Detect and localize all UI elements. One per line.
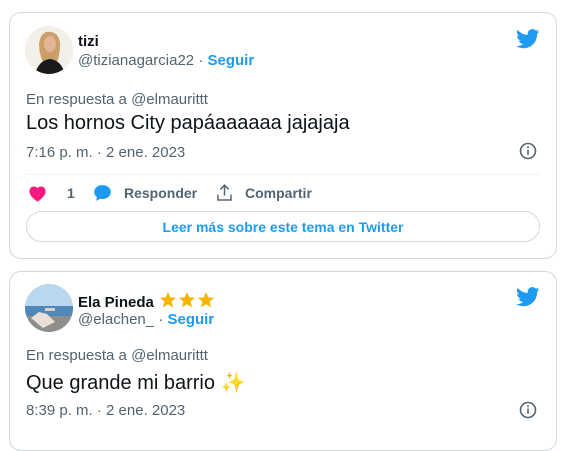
avatar[interactable] (25, 26, 73, 74)
star-emoji-group (159, 291, 216, 313)
follow-button[interactable]: Seguir (207, 52, 254, 69)
read-more-button[interactable]: Leer más sobre este tema en Twitter (26, 211, 540, 242)
reply-bubble-icon (94, 185, 111, 201)
share-button[interactable]: Compartir (216, 183, 312, 203)
star-icon (160, 292, 215, 308)
reply-context[interactable]: En respuesta a @elmaurittt (26, 91, 208, 108)
twitter-bird-icon[interactable] (516, 287, 540, 307)
divider (26, 174, 540, 175)
separator: · (158, 311, 164, 328)
reply-label: Responder (124, 185, 198, 201)
tweet-text: Que grande mi barrio ✨ (26, 372, 246, 394)
display-name[interactable]: Ela Pineda (78, 294, 154, 311)
handle-row: @tizianagarcia22 · Seguir (78, 52, 254, 69)
reply-context[interactable]: En respuesta a @elmaurittt (26, 347, 208, 364)
display-name-row: Ela Pineda (78, 291, 216, 313)
separator: · (198, 52, 204, 69)
handle[interactable]: @tizianagarcia22 (78, 52, 194, 69)
avatar-photo-icon (25, 26, 73, 74)
timestamp[interactable]: 7:16 p. m. · 2 ene. 2023 (26, 144, 185, 161)
avatar-photo-icon (25, 284, 73, 332)
heart-icon (29, 186, 46, 202)
reply-button[interactable]: Responder (93, 183, 197, 203)
display-name[interactable]: tizi (78, 33, 99, 50)
twitter-bird-icon[interactable] (516, 29, 540, 49)
like-button[interactable]: 1 (28, 183, 75, 203)
handle-row: @elachen_ · Seguir (78, 311, 214, 328)
tweet-card[interactable]: Ela Pineda @elachen_ · Seguir En respues… (9, 271, 557, 451)
share-label: Compartir (245, 185, 312, 201)
tweet-card[interactable]: tizi @tizianagarcia22 · Seguir En respue… (9, 12, 557, 259)
info-icon[interactable] (519, 401, 537, 419)
tweet-text: Los hornos City papáaaaaaa jajajaja (26, 112, 350, 134)
avatar[interactable] (25, 284, 73, 332)
follow-button[interactable]: Seguir (167, 311, 214, 328)
share-icon (217, 184, 232, 201)
handle[interactable]: @elachen_ (78, 311, 154, 328)
like-count: 1 (67, 185, 75, 201)
info-icon[interactable] (519, 142, 537, 160)
timestamp[interactable]: 8:39 p. m. · 2 ene. 2023 (26, 402, 185, 419)
